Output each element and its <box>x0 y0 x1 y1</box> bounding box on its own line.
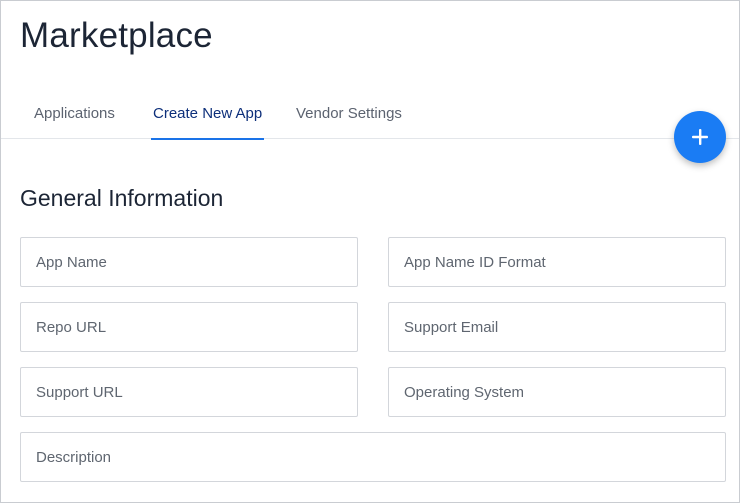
support-url-field <box>20 367 358 417</box>
tab-bar: Applications Create New App Vendor Setti… <box>1 91 739 140</box>
repo-url-field <box>20 302 358 352</box>
repo-url-input[interactable] <box>21 303 357 351</box>
tab-label: Create New App <box>153 105 263 122</box>
tab-vendor-settings[interactable]: Vendor Settings <box>296 105 402 139</box>
app-name-id-format-input[interactable] <box>389 238 725 286</box>
marketplace-window: Marketplace Applications Create New App … <box>0 0 740 503</box>
page-title: Marketplace <box>20 16 213 55</box>
support-email-input[interactable] <box>389 303 725 351</box>
operating-system-input[interactable] <box>389 368 725 416</box>
app-name-id-format-field <box>388 237 726 287</box>
description-field <box>20 432 726 482</box>
operating-system-field <box>388 367 726 417</box>
support-url-input[interactable] <box>21 368 357 416</box>
app-name-input[interactable] <box>21 238 357 286</box>
app-name-field <box>20 237 358 287</box>
support-email-field <box>388 302 726 352</box>
plus-icon <box>692 129 708 145</box>
tab-create-new-app[interactable]: Create New App <box>151 105 265 140</box>
tab-label: Applications <box>34 105 115 122</box>
section-title: General Information <box>20 185 224 211</box>
active-tab-indicator <box>151 138 265 140</box>
description-input[interactable] <box>21 433 725 481</box>
tab-applications[interactable]: Applications <box>34 105 115 139</box>
add-button[interactable] <box>674 111 726 163</box>
tab-label: Vendor Settings <box>296 105 402 122</box>
